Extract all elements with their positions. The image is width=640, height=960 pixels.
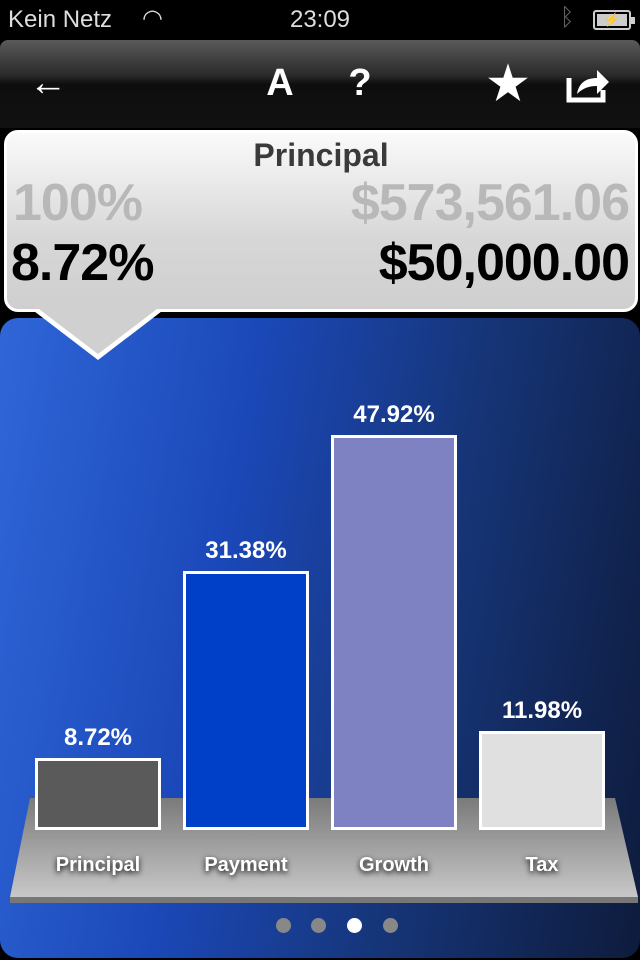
total-amount: $573,561.06 [350, 174, 630, 232]
page-dot-4[interactable] [383, 918, 398, 933]
category-label: Tax [525, 854, 559, 876]
category-label: Growth [359, 854, 429, 876]
page-dot-3[interactable] [347, 918, 362, 933]
category-label: Principal [55, 854, 141, 876]
bar-payment[interactable] [183, 571, 309, 830]
bar-principal[interactable] [35, 758, 161, 830]
page-dot-1[interactable] [276, 918, 291, 933]
total-percent: 100% [13, 174, 143, 232]
category-label: Payment [204, 854, 288, 876]
page-dot-2[interactable] [311, 918, 326, 933]
selected-percent: 8.72% [11, 234, 154, 292]
summary-callout: Principal 100% $573,561.06 8.72% $50,000… [4, 130, 638, 312]
bar-growth[interactable] [331, 435, 457, 830]
value-label: 8.72% [63, 724, 133, 752]
value-label: 11.98% [501, 697, 583, 725]
callout-title: Principal [253, 137, 389, 173]
bar-tax[interactable] [479, 731, 605, 830]
value-label: 31.38% [205, 537, 287, 565]
selected-amount: $50,000.00 [378, 234, 630, 292]
callout-pointer-fill [35, 306, 161, 354]
value-label: 47.92% [353, 401, 435, 428]
